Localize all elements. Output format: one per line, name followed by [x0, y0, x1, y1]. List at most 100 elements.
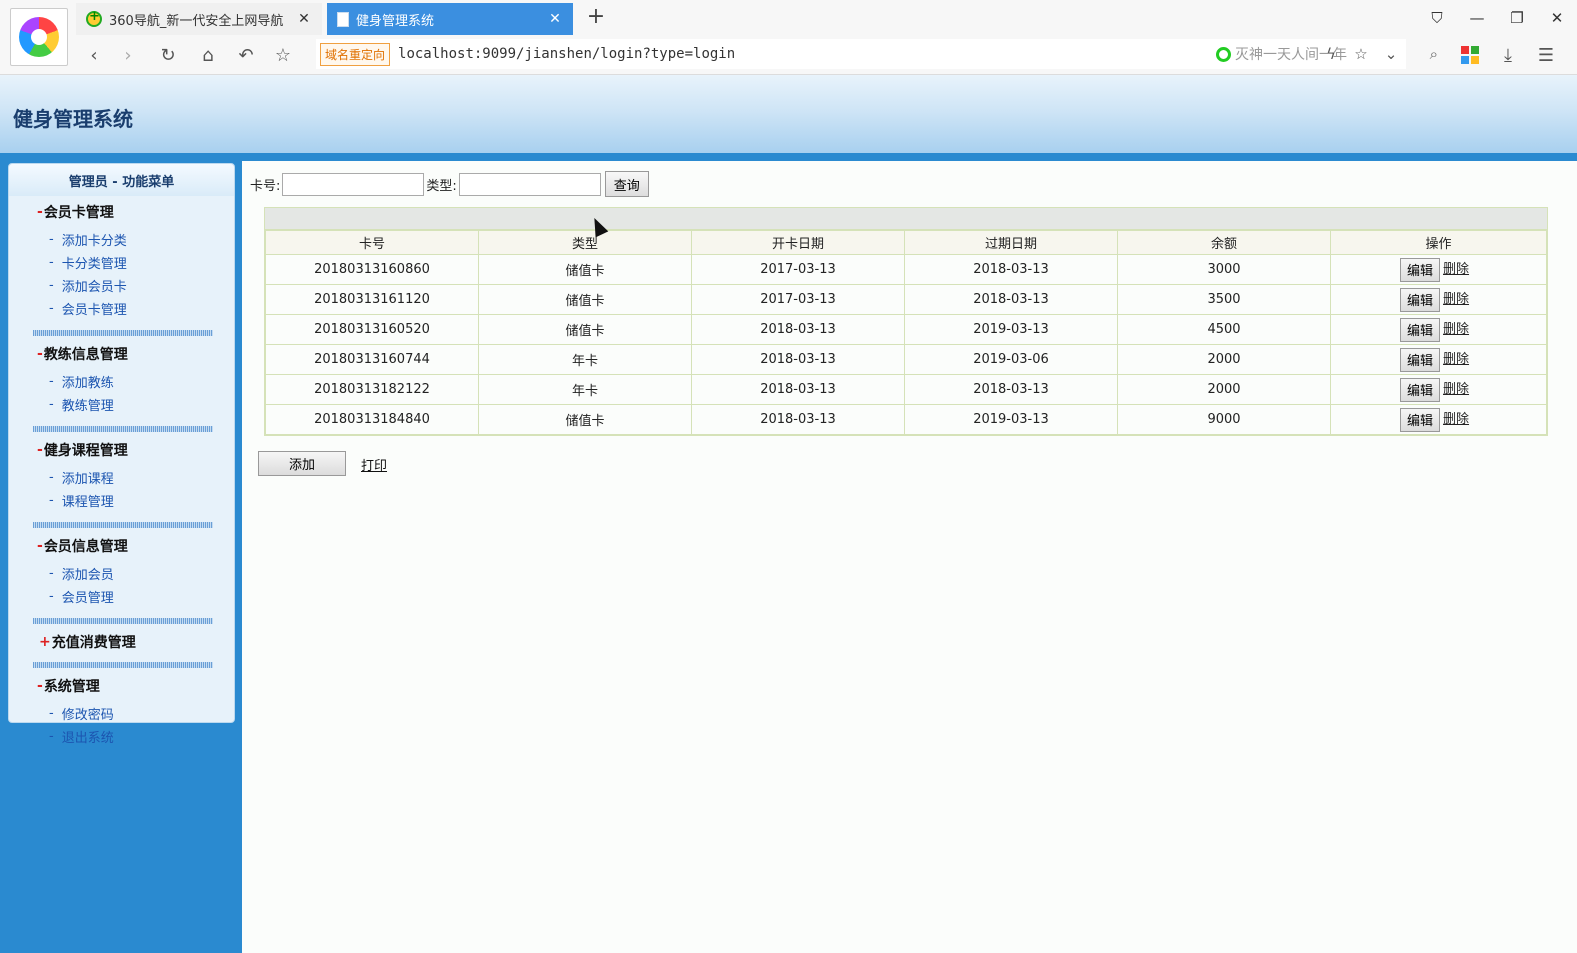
close-window-icon[interactable]: ✕	[1537, 0, 1577, 35]
menu-group-title[interactable]: - 健身课程管理	[37, 434, 234, 466]
query-button[interactable]: 查询	[604, 171, 649, 197]
menu-divider	[33, 330, 213, 336]
menu-group-title[interactable]: + 充值消费管理	[39, 626, 234, 658]
reload-icon[interactable]: ↻	[154, 41, 182, 69]
menu-group-title[interactable]: - 会员卡管理	[37, 196, 234, 228]
menu-item-label: 添加会员卡	[61, 280, 127, 295]
table-row: 20180313160520 储值卡 2018-03-13 2019-03-13 450…	[265, 314, 1547, 345]
menu-item-label: 添加课程	[61, 472, 114, 487]
menu-group-label: 会员卡管理	[43, 205, 114, 221]
menu-group: - 系统管理 - 修改密码 - 退出系统	[9, 670, 234, 754]
menu-title: 管理员 - 功能菜单	[9, 164, 234, 196]
cell-expire-date: 2019-03-06	[904, 344, 1118, 375]
card-number-input[interactable]	[282, 172, 425, 196]
download-icon[interactable]: ⤓	[1489, 41, 1527, 69]
edit-button[interactable]: 编辑	[1400, 257, 1441, 282]
restore-icon[interactable]: ❐	[1497, 0, 1537, 35]
add-button[interactable]: 添加	[258, 451, 346, 476]
menu-item-dash: -	[49, 589, 54, 604]
menu-item-dash: -	[49, 255, 54, 270]
search-icon[interactable]: ⌕	[1430, 45, 1438, 63]
search-box[interactable]: 灭神一天人间一年 ⌕	[1216, 39, 1446, 69]
tab-360-nav[interactable]: 360导航_新一代安全上网导航 ✕	[76, 3, 322, 35]
menu-divider	[33, 618, 213, 624]
menu-divider	[33, 426, 213, 432]
edit-button[interactable]: 编辑	[1400, 317, 1441, 342]
menu-item[interactable]: - 添加课程	[37, 466, 234, 489]
skin-shirt-icon[interactable]: ⛉	[1417, 0, 1457, 35]
edit-button[interactable]: 编辑	[1400, 347, 1441, 372]
edit-button[interactable]: 编辑	[1400, 287, 1441, 312]
back-arrow-icon[interactable]: ‹	[80, 41, 108, 69]
menu-item[interactable]: - 卡分类管理	[37, 251, 234, 274]
menu-item[interactable]: - 退出系统	[37, 725, 234, 748]
window-controls: ⛉ — ❐ ✕	[1417, 0, 1577, 35]
filter-bar: 卡号: 类型: 查询	[250, 171, 649, 197]
cell-actions: 编辑 删除	[1330, 344, 1547, 375]
menu-group-title[interactable]: - 系统管理	[37, 670, 234, 702]
cell-card-number: 20180313182122	[265, 374, 479, 405]
menu-item[interactable]: - 课程管理	[37, 489, 234, 512]
favorite-star-icon[interactable]: ☆	[269, 41, 297, 69]
menu-item-label: 添加会员	[61, 568, 114, 583]
new-tab-plus-icon[interactable]: +	[584, 4, 608, 29]
delete-link[interactable]: 删除	[1443, 382, 1469, 397]
cell-balance: 2000	[1117, 344, 1331, 375]
browser-tools: ⤓ ☰	[1451, 41, 1565, 69]
expand-plus-icon[interactable]: +	[39, 634, 51, 650]
menu-item[interactable]: - 修改密码	[37, 702, 234, 725]
browser-logo-icon[interactable]	[10, 8, 68, 66]
menu-item[interactable]: - 添加卡分类	[37, 228, 234, 251]
collapse-minus-icon[interactable]: -	[37, 442, 43, 458]
cell-open-date: 2018-03-13	[691, 404, 905, 435]
print-link[interactable]: 打印	[361, 455, 387, 474]
delete-link[interactable]: 删除	[1443, 412, 1469, 427]
collapse-minus-icon[interactable]: -	[37, 538, 43, 554]
menu-group-label: 会员信息管理	[43, 539, 128, 555]
menu-group-title[interactable]: - 教练信息管理	[37, 338, 234, 370]
delete-link[interactable]: 删除	[1443, 262, 1469, 277]
edit-button[interactable]: 编辑	[1400, 407, 1441, 432]
cell-open-date: 2017-03-13	[691, 254, 905, 285]
browser-chrome: 360导航_新一代安全上网导航 ✕ 健身管理系统 ✕ + ⛉ — ❐ ✕ ‹ ›…	[0, 0, 1577, 75]
tab-close-icon[interactable]: ✕	[296, 11, 312, 27]
delete-link[interactable]: 删除	[1443, 292, 1469, 307]
menu-group: + 充值消费管理	[9, 626, 234, 658]
menu-item[interactable]: - 添加会员卡	[37, 274, 234, 297]
menu-group-label: 教练信息管理	[43, 347, 128, 363]
menu-item[interactable]: - 添加会员	[37, 562, 234, 585]
menu-group-title[interactable]: - 会员信息管理	[37, 530, 234, 562]
delete-link[interactable]: 删除	[1443, 352, 1469, 367]
apps-grid-icon[interactable]	[1451, 41, 1489, 69]
menu-divider	[33, 522, 213, 528]
tab-close-icon[interactable]: ✕	[547, 11, 563, 27]
redirect-badge[interactable]: 域名重定向	[320, 42, 391, 66]
collapse-minus-icon[interactable]: -	[37, 678, 43, 694]
collapse-minus-icon[interactable]: -	[37, 346, 43, 362]
menu-item-label: 会员卡管理	[61, 303, 127, 318]
table-row: 20180313160860 储值卡 2017-03-13 2018-03-13 300…	[265, 254, 1547, 285]
menu-item[interactable]: - 会员卡管理	[37, 297, 234, 320]
type-input[interactable]	[458, 172, 601, 196]
menu-item[interactable]: - 添加教练	[37, 370, 234, 393]
forward-arrow-icon[interactable]: ›	[114, 41, 142, 69]
cell-actions: 编辑 删除	[1330, 404, 1547, 435]
menu-item[interactable]: - 会员管理	[37, 585, 234, 608]
undo-close-tab-icon[interactable]: ↶	[232, 41, 260, 69]
delete-link[interactable]: 删除	[1443, 322, 1469, 337]
collapse-minus-icon[interactable]: -	[37, 204, 43, 220]
menu-divider	[33, 662, 213, 668]
minimize-icon[interactable]: —	[1457, 0, 1497, 35]
menu-item-dash: -	[49, 232, 54, 247]
menu-item-label: 会员管理	[61, 591, 114, 606]
tab-fitness-system[interactable]: 健身管理系统 ✕	[327, 3, 573, 35]
url-text[interactable]: localhost:9099/jianshen/login?type=login	[398, 46, 735, 62]
cell-balance: 4500	[1117, 314, 1331, 345]
edit-button[interactable]: 编辑	[1400, 377, 1441, 402]
menu-hamburger-icon[interactable]: ☰	[1527, 41, 1565, 69]
menu-item[interactable]: - 教练管理	[37, 393, 234, 416]
cell-balance: 3500	[1117, 284, 1331, 315]
cell-card-number: 20180313184840	[265, 404, 479, 435]
home-icon[interactable]: ⌂	[194, 41, 222, 69]
table-caption-bar	[265, 208, 1547, 230]
